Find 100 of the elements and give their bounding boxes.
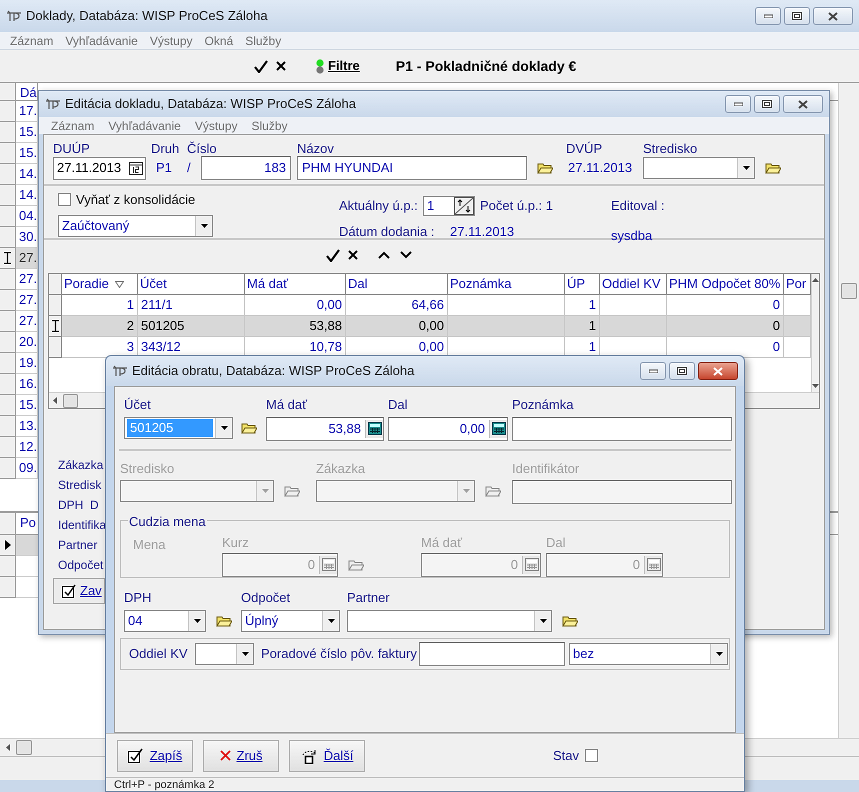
table-cell-text: 343/12 (141, 338, 182, 356)
maximize-button[interactable] (784, 7, 810, 25)
menu-item[interactable]: Vyhľadávanie (108, 116, 181, 134)
field-label: Dátum dodania : (339, 223, 436, 241)
row-indicator[interactable] (0, 535, 16, 556)
date-field[interactable]: 27.11.2013 (53, 156, 146, 180)
center-dropdown[interactable] (120, 480, 274, 502)
table-cell-text: 0,00 (418, 317, 444, 335)
move-up-icon[interactable] (378, 251, 390, 259)
credit-field[interactable]: 0,00 (388, 416, 508, 440)
cancel-x-icon[interactable] (276, 61, 286, 71)
date-value: 27.11.2013 (567, 159, 634, 178)
close-button[interactable] (813, 7, 853, 25)
table-cell-text: 0 (772, 317, 780, 335)
scroll-up-icon[interactable] (812, 278, 819, 282)
folder-icon[interactable] (348, 558, 364, 570)
maximize-button[interactable] (669, 362, 695, 380)
field-label: Druh (151, 141, 180, 156)
dropdown-arrow-button[interactable] (195, 216, 212, 236)
column-header[interactable]: Po (16, 513, 38, 534)
vertical-scrollbar[interactable] (811, 274, 819, 392)
menu-item[interactable]: Služby (252, 116, 288, 134)
field-label: Názov (297, 141, 334, 156)
close-button[interactable] (698, 362, 738, 380)
dropdown-arrow-button[interactable] (215, 418, 232, 438)
dropdown-arrow-button[interactable] (710, 644, 727, 664)
dialog-button[interactable]: Zruš (203, 740, 279, 772)
folder-icon[interactable] (284, 485, 300, 497)
scrollbar-thumb[interactable] (841, 283, 857, 299)
invoice-number-field[interactable] (419, 642, 565, 666)
order-dropdown[interactable] (316, 480, 475, 502)
debit-field[interactable]: 53,88 (266, 416, 384, 440)
dropdown-arrow-button[interactable] (534, 610, 551, 630)
invoice-type-dropdown[interactable]: bez (569, 642, 728, 664)
confirm-check-icon[interactable] (326, 248, 340, 262)
dropdown-arrow-button[interactable] (188, 610, 205, 630)
column-header[interactable]: Účet (138, 274, 245, 294)
field-label: Má dať (421, 534, 464, 552)
column-header[interactable]: PHM Odpočet 80% (667, 274, 784, 294)
folder-icon[interactable] (765, 162, 781, 174)
calculator-button[interactable] (365, 420, 383, 438)
cancel-x-icon[interactable] (348, 250, 358, 260)
status-dropdown[interactable]: Zaúčtovaný (58, 214, 213, 236)
folder-icon[interactable] (562, 614, 578, 626)
calculator-icon (322, 558, 336, 571)
minimize-button[interactable] (640, 362, 666, 380)
table-cell-text: 1 (588, 338, 596, 356)
column-header[interactable]: Poznámka (448, 274, 565, 294)
dropdown-arrow-button[interactable] (236, 644, 253, 664)
menu-item[interactable]: Výstupy (150, 32, 192, 50)
menu-item[interactable]: Výstupy (194, 116, 238, 134)
spinner-field[interactable]: 1 (423, 196, 475, 216)
checkbox[interactable] (585, 749, 598, 762)
column-header[interactable]: Oddiel KV (600, 274, 667, 294)
menu-item[interactable]: Záznam (51, 116, 94, 134)
confirm-check-icon[interactable] (254, 60, 268, 72)
minimize-button[interactable] (725, 95, 751, 113)
menu-item[interactable]: Záznam (10, 32, 54, 50)
filter-button[interactable]: Filtre (328, 56, 360, 76)
caret-icon (716, 652, 722, 656)
scroll-left-icon[interactable] (6, 744, 10, 751)
column-header[interactable]: Dal (346, 274, 448, 294)
folder-icon[interactable] (241, 422, 257, 434)
move-down-icon[interactable] (400, 251, 412, 259)
vertical-scrollbar[interactable] (838, 83, 859, 738)
spin-arrows-icon[interactable] (454, 197, 474, 215)
scrollbar-thumb[interactable] (16, 740, 32, 755)
row-indicator[interactable] (0, 248, 16, 269)
column-header[interactable]: ÚP (565, 274, 600, 294)
folder-icon[interactable] (216, 614, 232, 626)
scrollbar-thumb[interactable] (63, 394, 78, 408)
close-icon (713, 366, 723, 376)
dropdown-arrow-button[interactable] (737, 158, 754, 178)
sort-icon[interactable] (114, 280, 124, 288)
dialog-button[interactable]: Zapíš (117, 740, 193, 772)
folder-icon[interactable] (485, 485, 501, 497)
menu-item[interactable]: Služby (245, 32, 282, 50)
identifier-field[interactable] (512, 480, 732, 504)
checkbox[interactable] (58, 193, 71, 206)
close-form-button[interactable]: Zav (53, 578, 105, 604)
menu-item[interactable]: Vyhľadávanie (65, 32, 138, 50)
scroll-left-icon[interactable] (53, 397, 57, 404)
vat-dropdown[interactable]: 04 (124, 610, 206, 632)
column-header[interactable]: Má dať (245, 274, 346, 294)
calculator-button[interactable] (489, 420, 507, 438)
scroll-down-icon[interactable] (812, 384, 819, 388)
name-field[interactable]: PHM HYUNDAI (297, 156, 527, 180)
folder-icon[interactable] (537, 162, 553, 174)
dialog-button[interactable]: Ďalší (289, 740, 365, 772)
row-indicator[interactable] (49, 316, 62, 337)
deduction-dropdown[interactable]: Úplný (241, 610, 340, 632)
menu-item[interactable]: Okná (204, 32, 234, 50)
minimize-button[interactable] (755, 7, 781, 25)
close-button[interactable] (783, 95, 823, 113)
column-header[interactable]: Poradie (62, 274, 138, 294)
calendar-icon[interactable] (129, 162, 143, 174)
number-field[interactable]: 183 (201, 156, 291, 180)
maximize-button[interactable] (754, 95, 780, 113)
dropdown-arrow-button[interactable] (322, 610, 339, 630)
note-field[interactable] (512, 416, 732, 440)
